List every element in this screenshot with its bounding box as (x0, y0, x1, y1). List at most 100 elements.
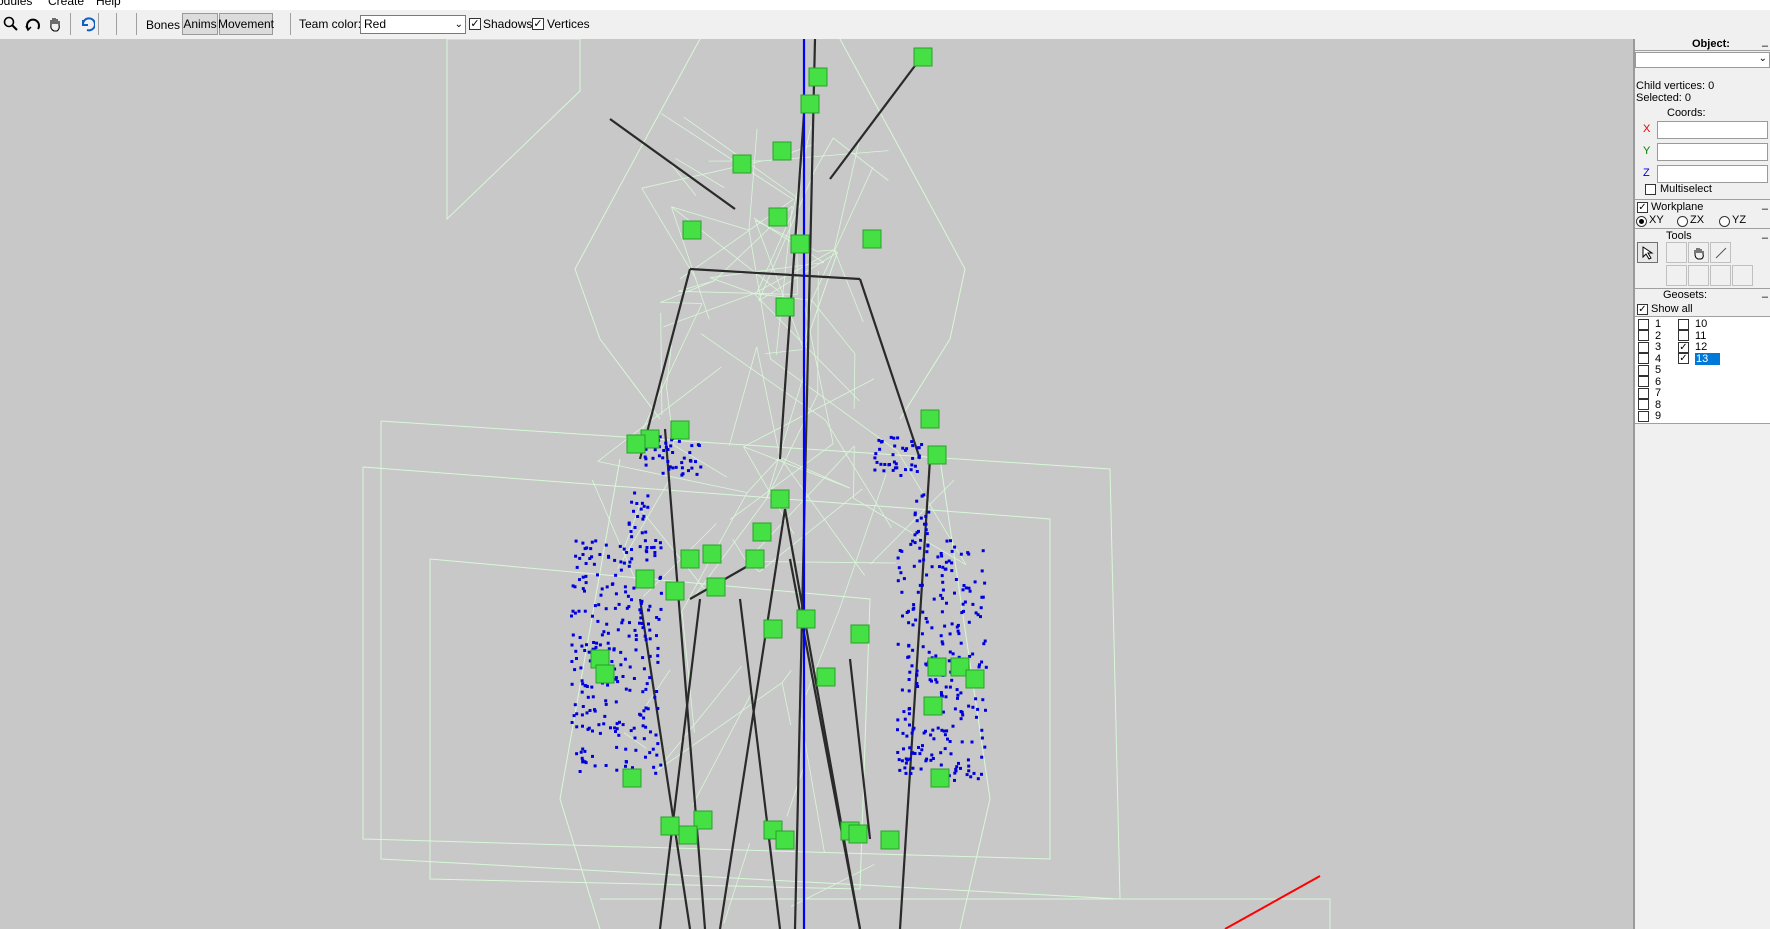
bone-node (796, 609, 816, 629)
undo-icon[interactable] (76, 13, 98, 35)
tab-anims[interactable]: Anims (182, 13, 218, 35)
vertex-point (910, 731, 914, 735)
vertices-checkbox[interactable]: ✓ (532, 18, 544, 30)
geoset-checkbox[interactable] (1638, 410, 1649, 422)
geoset-checkbox[interactable] (1678, 330, 1689, 342)
geoset-checkbox[interactable] (1638, 330, 1649, 342)
coords-label: Coords: (1667, 107, 1706, 119)
geoset-item-2[interactable]: 2 (1638, 330, 1661, 342)
workplane-yz-radio[interactable] (1719, 216, 1730, 227)
shadows-checkbox[interactable]: ✓ (469, 18, 481, 30)
geoset-item-13[interactable]: ✓ 13 (1678, 352, 1721, 365)
geoset-checkbox[interactable] (1638, 341, 1649, 353)
vertex-point (924, 662, 928, 666)
vertex-point (655, 634, 658, 638)
geoset-item-11[interactable]: 11 (1678, 330, 1706, 342)
z-coord-input[interactable] (1657, 165, 1768, 183)
vertex-point (972, 771, 976, 775)
geoset-checkbox[interactable] (1638, 364, 1649, 376)
vertex-point (574, 649, 578, 653)
x-coord-input[interactable] (1657, 121, 1768, 139)
collapse-workplane-button[interactable]: – (1762, 204, 1768, 215)
y-coord-input[interactable] (1657, 143, 1768, 161)
select-tool-button[interactable] (1637, 242, 1658, 263)
tool-button[interactable] (1688, 265, 1709, 286)
vertex-point (981, 595, 985, 599)
geoset-checkbox[interactable]: ✓ (1678, 341, 1689, 353)
vertex-point (656, 660, 660, 664)
geosets-list[interactable]: 1 2 3 4 5 6 7 8 9 10 11 ✓ 12 ✓ 13 (1635, 316, 1770, 424)
3d-viewport[interactable] (0, 39, 1633, 929)
workplane-xy-radio[interactable] (1636, 216, 1647, 227)
geoset-item-6[interactable]: 6 (1638, 376, 1661, 388)
geoset-label: 2 (1655, 329, 1662, 342)
geoset-item-3[interactable]: 3 (1638, 341, 1661, 353)
vertex-point (604, 699, 608, 703)
geoset-checkbox[interactable] (1638, 399, 1649, 411)
vertex-point (653, 551, 657, 554)
geoset-item-9[interactable]: 9 (1638, 410, 1661, 422)
multiselect-checkbox[interactable] (1645, 184, 1656, 195)
geoset-item-10[interactable]: 10 (1678, 318, 1707, 330)
rotate-icon[interactable] (22, 13, 44, 35)
geoset-label: 10 (1695, 318, 1708, 330)
tool-button[interactable] (1666, 265, 1687, 286)
hand-tool-icon[interactable] (1688, 242, 1709, 263)
collapse-geosets-button[interactable]: – (1762, 292, 1768, 303)
vertex-point (646, 505, 650, 509)
geoset-checkbox[interactable] (1638, 387, 1649, 399)
vertex-point (624, 590, 628, 594)
geoset-item-12[interactable]: ✓ 12 (1678, 341, 1707, 353)
vertex-point (570, 721, 574, 724)
tool-button[interactable] (1666, 242, 1687, 263)
menu-modules[interactable]: odules (0, 0, 32, 8)
vertex-point (941, 580, 945, 584)
line-tool-icon[interactable] (1710, 242, 1731, 263)
hand-icon[interactable] (44, 13, 66, 35)
vertex-point (966, 551, 970, 555)
bone-node (622, 768, 642, 788)
zoom-icon[interactable] (0, 13, 22, 35)
vertex-point (617, 733, 621, 737)
geoset-item-1[interactable]: 1 (1638, 318, 1661, 330)
geoset-item-8[interactable]: 8 (1638, 399, 1661, 411)
vertex-point (654, 733, 658, 737)
vertex-point (648, 654, 652, 658)
geoset-item-7[interactable]: 7 (1638, 387, 1661, 399)
team-color-select[interactable]: Red ⌄ (360, 15, 466, 34)
geoset-checkbox[interactable] (1638, 353, 1649, 365)
geoset-checkbox[interactable] (1638, 318, 1649, 330)
vertex-point (925, 620, 929, 624)
tab-bones[interactable]: Bones (144, 13, 182, 35)
tool-button[interactable] (1732, 265, 1753, 286)
workplane-checkbox[interactable]: ✓ (1637, 202, 1648, 213)
workplane-zx-radio[interactable] (1677, 216, 1688, 227)
vertex-point (910, 440, 914, 444)
collapse-tools-button[interactable]: – (1762, 233, 1768, 244)
menu-help[interactable]: Help (96, 0, 121, 8)
vertex-point (981, 549, 985, 553)
vertex-point (918, 752, 922, 756)
show-all-checkbox[interactable]: ✓ (1637, 304, 1648, 315)
vertex-point (656, 742, 660, 746)
vertex-point (584, 581, 588, 585)
geoset-checkbox[interactable] (1638, 376, 1649, 388)
tool-button[interactable] (1710, 265, 1731, 286)
geoset-checkbox[interactable] (1678, 318, 1689, 330)
tab-movement[interactable]: Movement (218, 13, 274, 35)
geoset-item-5[interactable]: 5 (1638, 364, 1661, 376)
bone-line (609, 118, 736, 210)
vertex-point (911, 648, 915, 652)
collapse-object-button[interactable]: – (1762, 41, 1768, 52)
vertex-point (661, 456, 665, 460)
geoset-checkbox[interactable]: ✓ (1678, 353, 1689, 365)
menu-create[interactable]: Create (48, 0, 84, 8)
model-wireframe[interactable] (0, 39, 1633, 929)
vertex-point (602, 630, 606, 634)
vertex-point (583, 760, 587, 764)
geoset-item-4[interactable]: 4 (1638, 353, 1661, 365)
vertex-point (930, 565, 934, 569)
workplane-zx-label: ZX (1690, 214, 1705, 226)
object-select[interactable]: ⌄ (1635, 52, 1770, 68)
vertex-point (571, 584, 575, 588)
